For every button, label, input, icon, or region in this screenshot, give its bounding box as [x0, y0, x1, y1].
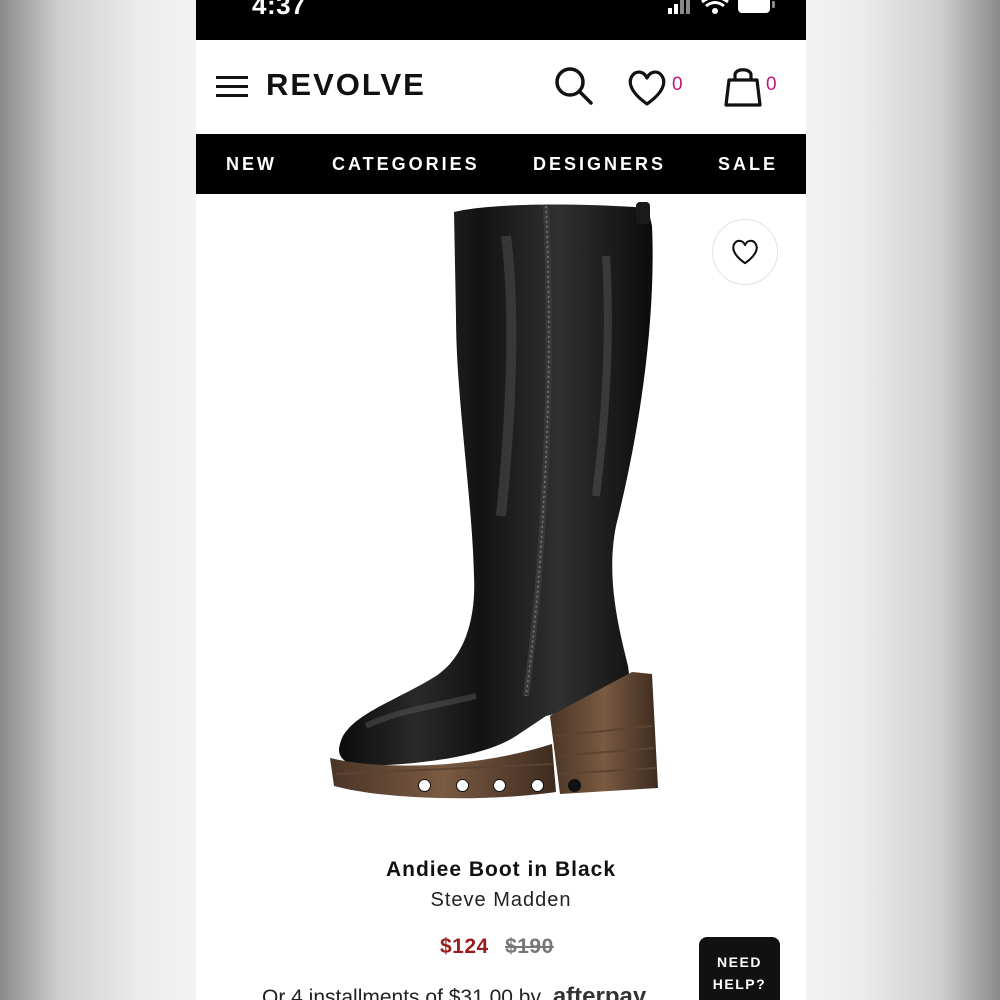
price-row: $124 $190 — [440, 935, 554, 959]
installments-text: Or 4 installments of $31.00 by — [262, 986, 541, 1000]
category-nav: NEW CATEGORIES DESIGNERS SALE — [196, 134, 806, 194]
shopping-bag-icon[interactable] — [723, 66, 763, 108]
carousel-dot-5-active[interactable] — [568, 779, 581, 792]
signal-icon — [668, 0, 690, 14]
heart-outline-icon — [732, 239, 758, 265]
installments-info: Or 4 installments of $31.00 by afterpay — [262, 983, 646, 1000]
nav-sale[interactable]: SALE — [718, 154, 778, 175]
hamburger-menu-icon[interactable] — [216, 76, 248, 98]
need-help-line1: NEED — [717, 954, 762, 970]
carousel-dot-4[interactable] — [531, 779, 544, 792]
status-time: 4:37 — [252, 0, 307, 20]
site-header: REVOLVE 0 0 — [196, 40, 806, 134]
phone-screen: 4:37 REVOLVE 0 0 NEW CATEGORIES DESIGNER… — [196, 0, 806, 1000]
brand-logo[interactable]: REVOLVE — [266, 67, 426, 103]
battery-icon — [738, 0, 775, 13]
original-price: $190 — [505, 935, 554, 958]
nav-new[interactable]: NEW — [226, 154, 277, 175]
carousel-dot-1[interactable] — [418, 779, 431, 792]
carousel-dot-3[interactable] — [493, 779, 506, 792]
product-designer[interactable]: Steve Madden — [196, 889, 806, 912]
search-icon[interactable] — [554, 66, 594, 106]
product-image-boot[interactable] — [306, 196, 706, 806]
status-icons — [668, 0, 778, 16]
afterpay-logo[interactable]: afterpay — [553, 983, 646, 1000]
nav-designers[interactable]: DESIGNERS — [533, 154, 666, 175]
bag-count: 0 — [766, 74, 777, 95]
add-to-wishlist-button[interactable] — [712, 219, 778, 285]
carousel-dot-2[interactable] — [456, 779, 469, 792]
status-bar: 4:37 — [196, 0, 806, 40]
product-name: Andiee Boot in Black — [385, 858, 617, 881]
need-help-button[interactable]: NEED HELP? — [699, 937, 780, 1000]
wifi-icon — [701, 0, 729, 14]
wishlist-heart-icon[interactable] — [626, 68, 668, 108]
wishlist-count: 0 — [672, 74, 683, 95]
sale-price: $124 — [440, 935, 489, 958]
nav-categories[interactable]: CATEGORIES — [332, 154, 480, 175]
need-help-line2: HELP? — [712, 976, 767, 992]
